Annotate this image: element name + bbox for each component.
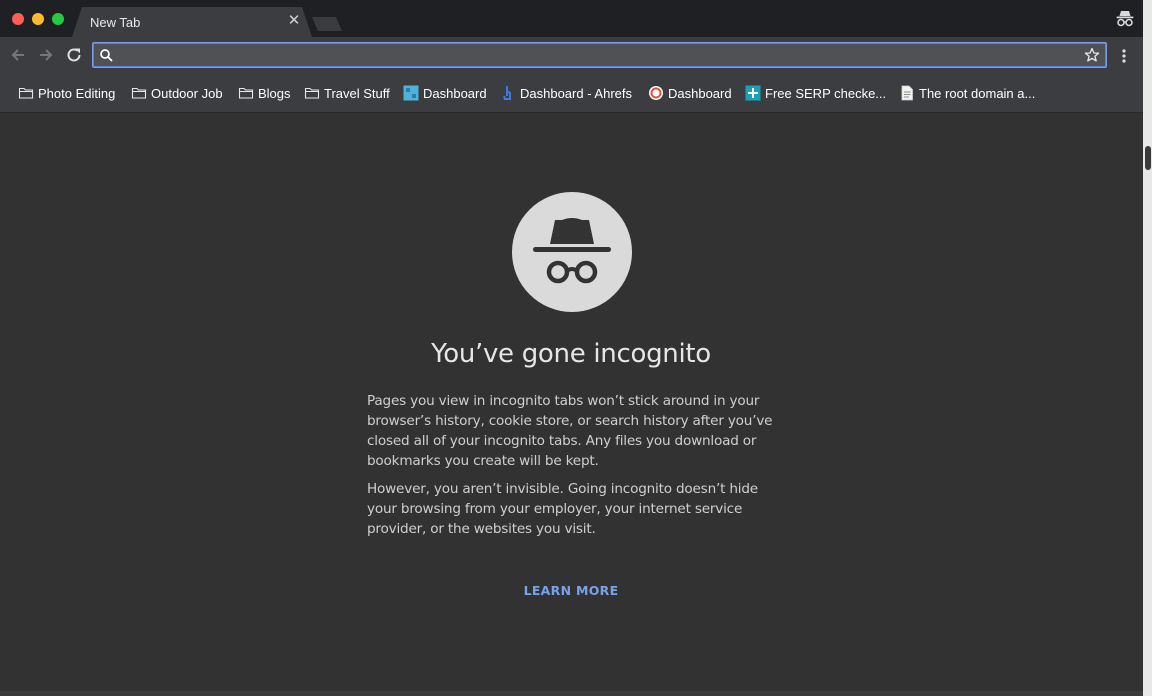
- incognito-page: You’ve gone incognito Pages you view in …: [0, 114, 1143, 696]
- bookmark-label: Dashboard - Ahrefs: [520, 85, 633, 101]
- incognito-warning: However, you aren’t invisible. Going inc…: [367, 481, 758, 537]
- minimize-window-button[interactable]: [32, 13, 44, 25]
- bookmark-dashboard-ahrefs[interactable]: Dashboard - Ahrefs: [500, 84, 632, 102]
- bookmark-label: Dashboard: [668, 85, 732, 101]
- ahrefs-favicon-icon: [503, 86, 511, 100]
- bookmark-folder-blogs[interactable]: Blogs: [238, 84, 291, 102]
- bookmark-label: Outdoor Job: [151, 85, 223, 101]
- learn-more-link[interactable]: LEARN MORE: [471, 583, 671, 598]
- tab-new-tab[interactable]: New Tab ✕: [72, 7, 312, 37]
- bookmark-dashboard-seo[interactable]: Dashboard: [403, 84, 487, 102]
- browser-window: New Tab ✕ Photo Editing Outdoor Job Blog…: [0, 0, 1143, 696]
- circle-favicon-icon: [649, 86, 663, 100]
- serp-favicon-icon: [745, 85, 761, 101]
- bookmark-label: Photo Editing: [38, 85, 116, 101]
- bookmark-root-domain[interactable]: The root domain a...: [899, 84, 1035, 102]
- scrollbar-thumb[interactable]: [1145, 146, 1151, 170]
- folder-icon: [238, 87, 254, 99]
- scrollbar-track: [1143, 0, 1152, 696]
- incognito-icon: [533, 218, 611, 284]
- seo-favicon-icon: [403, 85, 419, 101]
- bookmarks-bar: Photo Editing Outdoor Job Blogs Travel S…: [0, 73, 1143, 113]
- omnibox[interactable]: [92, 42, 1107, 68]
- incognito-description: Pages you view in incognito tabs won’t s…: [367, 393, 773, 469]
- bookmark-label: The root domain a...: [919, 85, 1036, 101]
- incognito-icon: [1116, 11, 1134, 27]
- reload-icon[interactable]: [64, 45, 84, 65]
- folder-icon: [18, 87, 34, 99]
- bookmark-folder-travel-stuff[interactable]: Travel Stuff: [304, 84, 390, 102]
- more-vert-icon[interactable]: [1116, 46, 1132, 66]
- folder-icon: [304, 87, 320, 99]
- search-icon: [100, 49, 113, 62]
- bookmark-free-serp-checker[interactable]: Free SERP checke...: [745, 84, 886, 102]
- tab-title: New Tab: [90, 15, 141, 30]
- forward-icon[interactable]: [36, 45, 56, 65]
- tab-strip: New Tab ✕: [0, 0, 1143, 37]
- incognito-hero: [512, 192, 632, 312]
- folder-icon: [131, 87, 147, 99]
- bookmark-dashboard-circle[interactable]: Dashboard: [648, 84, 732, 102]
- star-icon[interactable]: [1084, 47, 1100, 63]
- omnibox-input[interactable]: [121, 45, 1071, 65]
- zoom-window-button[interactable]: [52, 13, 64, 25]
- bookmark-folder-photo-editing[interactable]: Photo Editing: [18, 84, 115, 102]
- bookmark-folder-outdoor-job[interactable]: Outdoor Job: [131, 84, 223, 102]
- toolbar: [0, 37, 1143, 73]
- page-title: You’ve gone incognito: [431, 339, 711, 369]
- close-window-button[interactable]: [12, 13, 24, 25]
- back-icon[interactable]: [8, 45, 28, 65]
- bookmark-label: Travel Stuff: [324, 85, 390, 101]
- bookmark-label: Blogs: [258, 85, 291, 101]
- bookmark-label: Dashboard: [423, 85, 487, 101]
- tab-close-icon[interactable]: ✕: [286, 13, 302, 29]
- window-bottom-edge: [0, 691, 1143, 696]
- bookmark-label: Free SERP checke...: [765, 85, 887, 101]
- document-icon: [901, 85, 913, 101]
- new-tab-button[interactable]: [312, 17, 342, 31]
